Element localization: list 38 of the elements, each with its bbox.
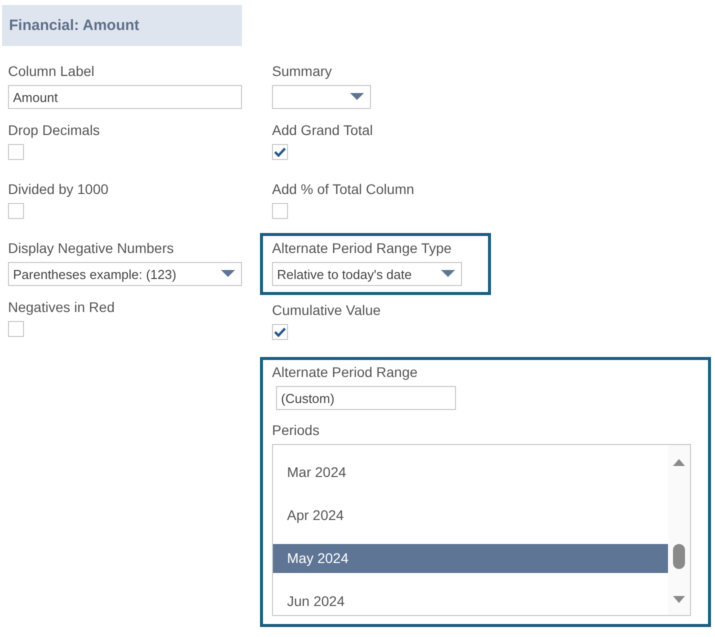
field-label: Drop Decimals [8, 122, 101, 139]
field-label: Display Negative Numbers [8, 240, 175, 257]
caret-icon [221, 270, 235, 278]
checkbox[interactable] [8, 144, 24, 160]
dropdown[interactable]: Relative to today's date [272, 262, 462, 286]
text-field[interactable]: Amount [8, 85, 242, 109]
list-item[interactable]: Jun 2024 [273, 587, 668, 616]
list-item[interactable]: Apr 2024 [273, 501, 668, 530]
field-label: Periods [272, 422, 320, 439]
field-label: Alternate Period Range [272, 364, 419, 381]
periods-listbox[interactable]: Mar 2024 Apr 2024 May 2024 Jun 2024 [272, 444, 691, 616]
checkbox[interactable] [8, 321, 24, 337]
field-label: Cumulative Value [272, 302, 382, 319]
dropdown[interactable]: Parentheses example: (123) [8, 262, 242, 286]
section-title: Financial: Amount [9, 17, 140, 34]
checkbox[interactable] [8, 203, 24, 219]
list-item[interactable]: May 2024 [273, 544, 668, 573]
checkbox[interactable] [272, 324, 288, 340]
text-field[interactable]: (Custom) [276, 386, 456, 410]
caret-icon [350, 93, 364, 101]
field-label: Negatives in Red [8, 299, 116, 316]
caret-icon [441, 270, 455, 278]
checkmark-icon [274, 327, 286, 337]
field-label: Summary [272, 63, 333, 80]
scroll-thumb[interactable] [673, 544, 685, 568]
scrollbar[interactable] [668, 445, 690, 615]
scroll-up-icon[interactable] [672, 457, 686, 467]
list-item[interactable]: Mar 2024 [273, 458, 668, 487]
field-label: Add % of Total Column [272, 181, 416, 198]
field-label: Alternate Period Range Type [272, 240, 453, 257]
field-label: Divided by 1000 [8, 181, 110, 198]
field-label: Column Label [8, 63, 96, 80]
checkbox[interactable] [272, 203, 288, 219]
checkmark-icon [274, 147, 286, 157]
field-label: Add Grand Total [272, 122, 374, 139]
scroll-down-icon[interactable] [672, 595, 686, 605]
dropdown[interactable] [272, 85, 371, 109]
checkbox[interactable] [272, 144, 288, 160]
